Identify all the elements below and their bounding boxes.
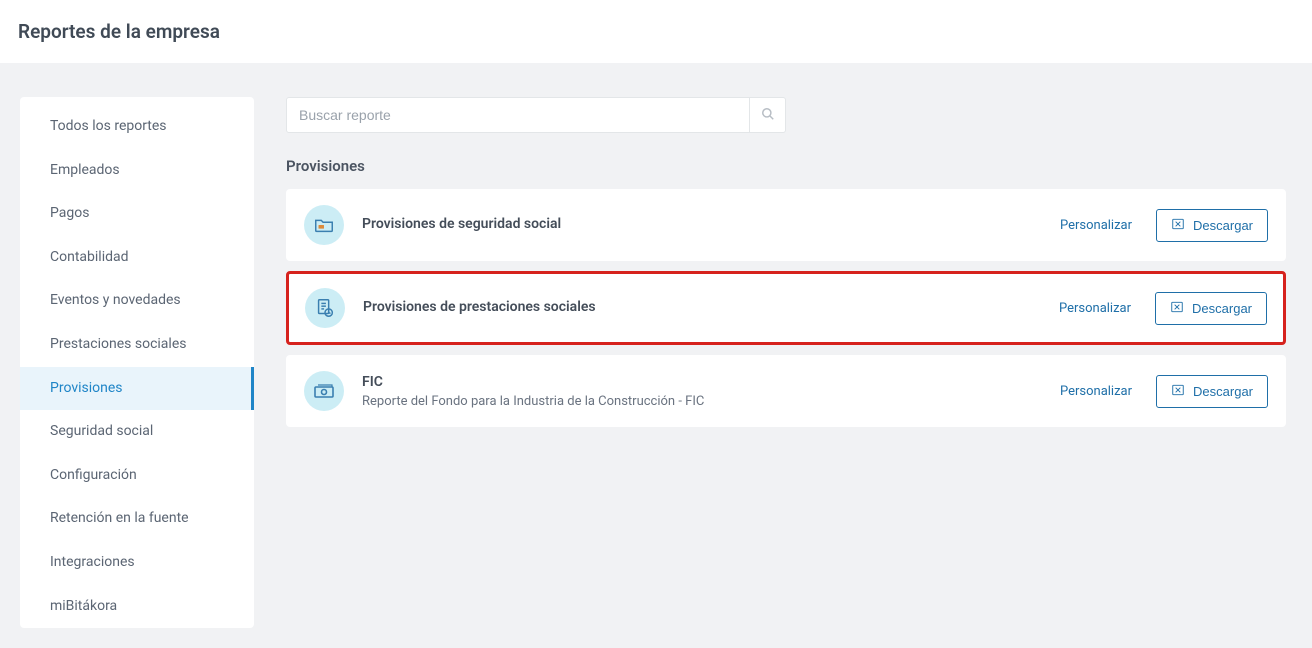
report-card-social-security-provisions: Provisiones de seguridad social Personal… [286,189,1286,261]
sidebar-item-payments[interactable]: Pagos [20,192,254,236]
sidebar-item-employees[interactable]: Empleados [20,149,254,193]
download-button[interactable]: Descargar [1155,292,1267,325]
sidebar-item-withholding[interactable]: Retención en la fuente [20,497,254,541]
sidebar-item-integrations[interactable]: Integraciones [20,541,254,585]
sidebar-item-benefits[interactable]: Prestaciones sociales [20,323,254,367]
card-body: Provisiones de prestaciones sociales [363,298,1041,318]
search-row [286,97,1286,133]
report-card-fic: FIC Reporte del Fondo para la Industria … [286,355,1286,427]
excel-icon [1171,383,1185,400]
report-card-benefits-provisions: Provisiones de prestaciones sociales Per… [286,271,1286,345]
folder-icon [304,205,344,245]
search-button[interactable] [750,97,786,133]
card-description: Reporte del Fondo para la Industria de l… [362,394,1042,409]
document-chart-icon [305,288,345,328]
personalize-link[interactable]: Personalizar [1059,301,1131,316]
sidebar-item-provisions[interactable]: Provisiones [20,367,254,411]
card-actions: Personalizar Descargar [1059,292,1267,325]
sidebar-item-all-reports[interactable]: Todos los reportes [20,105,254,149]
card-actions: Personalizar Descargar [1060,209,1268,242]
personalize-link[interactable]: Personalizar [1060,218,1132,233]
card-body: Provisiones de seguridad social [362,215,1042,235]
sidebar-item-configuration[interactable]: Configuración [20,454,254,498]
card-title: Provisiones de prestaciones sociales [363,298,1041,318]
download-button[interactable]: Descargar [1156,375,1268,408]
personalize-link[interactable]: Personalizar [1060,384,1132,399]
search-icon [761,107,775,124]
money-icon [304,371,344,411]
card-body: FIC Reporte del Fondo para la Industria … [362,373,1042,410]
download-label: Descargar [1193,218,1253,233]
download-label: Descargar [1193,384,1253,399]
excel-icon [1171,217,1185,234]
card-actions: Personalizar Descargar [1060,375,1268,408]
download-label: Descargar [1192,301,1252,316]
sidebar-item-accounting[interactable]: Contabilidad [20,236,254,280]
excel-icon [1170,300,1184,317]
page-title: Reportes de la empresa [18,20,1312,43]
sidebar-item-mibitakora[interactable]: miBitákora [20,585,254,629]
download-button[interactable]: Descargar [1156,209,1268,242]
sidebar-item-social-security[interactable]: Seguridad social [20,410,254,454]
search-input[interactable] [286,97,750,133]
sidebar: Todos los reportes Empleados Pagos Conta… [20,97,254,628]
content-area: Todos los reportes Empleados Pagos Conta… [0,63,1312,648]
section-title: Provisiones [286,157,1286,175]
main-content: Provisiones Provisiones de seguridad soc… [286,97,1286,437]
card-title: Provisiones de seguridad social [362,215,1042,235]
card-title: FIC [362,373,1042,393]
page-header: Reportes de la empresa [0,0,1312,63]
sidebar-item-events[interactable]: Eventos y novedades [20,279,254,323]
